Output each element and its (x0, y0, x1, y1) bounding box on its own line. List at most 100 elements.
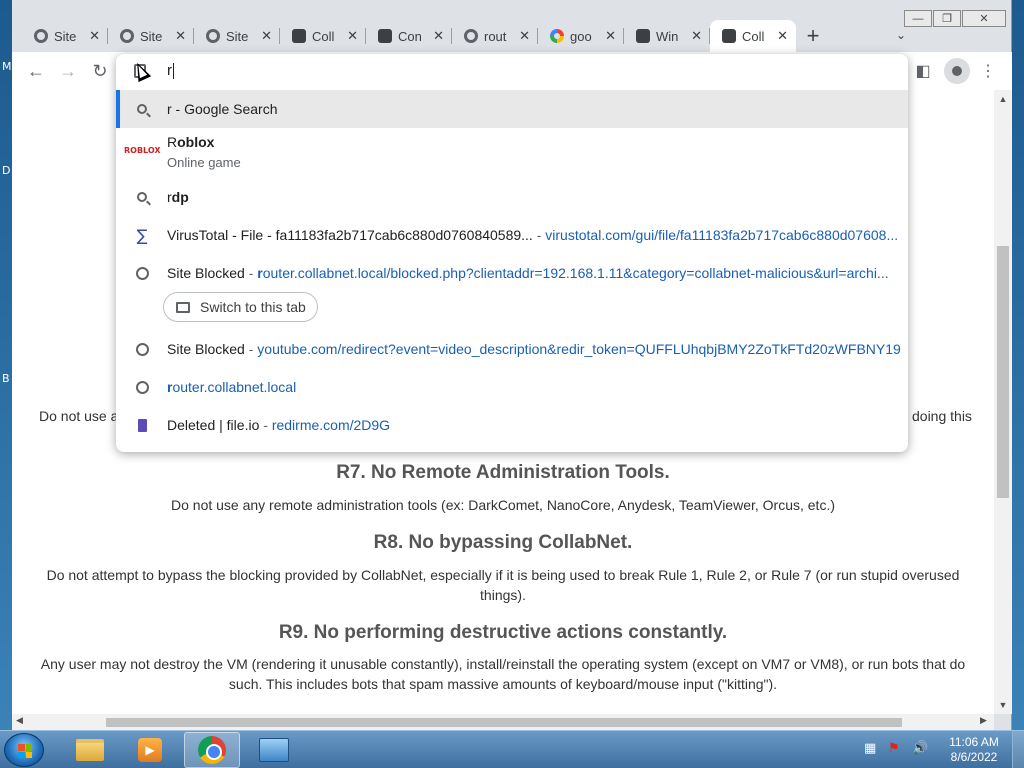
collabnet-icon (636, 29, 650, 43)
address-bar-text[interactable]: r (167, 62, 174, 80)
tab-close-icon[interactable]: ✕ (605, 28, 616, 44)
restore-button[interactable]: ❐ (933, 10, 961, 27)
suggestion-item[interactable]: Site Blocked - router.collabnet.local/bl… (116, 254, 908, 292)
tab-list: Site ✕ Site ✕ Site ✕ Coll ✕ Con ✕ rout ✕ goo ✕ … (22, 20, 830, 52)
suggestion-item[interactable]: ∑ VirusTotal - File - fa11183fa2b717cab6… (116, 216, 908, 254)
taskbar-explorer[interactable] (62, 732, 118, 768)
address-bar-input[interactable]: r (116, 54, 908, 88)
rule-text: Do not attempt to bypass the blocking pr… (46, 567, 960, 603)
tab-close-icon[interactable]: ✕ (175, 28, 186, 44)
rule-heading: R8. No bypassing CollabNet. (373, 532, 633, 553)
action-center-flag-icon[interactable]: ⚑ (888, 741, 904, 757)
tab-close-icon[interactable]: ✕ (261, 28, 272, 44)
browser-tab[interactable]: Coll ✕ (280, 20, 366, 52)
rule-heading: R7. No Remote Administration Tools. (336, 462, 670, 483)
rule-text-partial: doing this (912, 408, 972, 424)
browser-tab[interactable]: goo ✕ (538, 20, 624, 52)
globe-icon (134, 265, 150, 281)
start-button[interactable] (4, 733, 44, 767)
suggestion-item[interactable]: r - Google Search (116, 90, 908, 128)
scroll-right-icon[interactable]: ▶ (980, 715, 987, 726)
scroll-left-icon[interactable]: ◀ (16, 715, 23, 726)
suggestion-item[interactable]: rdp (116, 178, 908, 216)
browser-tab[interactable]: Site ✕ (22, 20, 108, 52)
system-tray: ▦ ⚑ 🔊 (864, 741, 928, 757)
taskbar-media-player[interactable]: ▶ (122, 732, 178, 768)
roblox-logo-icon: ROBLOX (124, 146, 161, 155)
tab-title: Win (656, 28, 679, 44)
tab-close-icon[interactable]: ✕ (433, 28, 444, 44)
horizontal-scrollbar[interactable]: ◀ ▶ (12, 714, 994, 730)
side-panel-icon[interactable]: ◧ (910, 58, 936, 84)
suggestion-text: Roblox (167, 134, 215, 150)
suggestion-item[interactable]: Deleted | file.io - redirme.com/2D9G (116, 406, 908, 444)
browser-tab[interactable]: Con ✕ (366, 20, 452, 52)
desktop-icon-label[interactable]: M (2, 60, 12, 73)
browser-tab[interactable]: Win ✕ (624, 20, 710, 52)
rule-heading: R9. No performing destructive actions co… (278, 622, 728, 643)
window-controls: — ❐ ✕ (903, 10, 1006, 27)
chrome-menu-icon[interactable]: ⋮ (975, 58, 1001, 84)
suggestion-text: router.collabnet.local (167, 379, 297, 395)
switch-to-tab-label: Switch to this tab (200, 299, 306, 315)
globe-icon (134, 379, 150, 395)
volume-icon[interactable]: 🔊 (912, 741, 928, 757)
tab-title: rout (484, 28, 507, 44)
globe-icon (464, 29, 478, 43)
forward-button[interactable]: → (57, 60, 79, 82)
network-icon[interactable]: ▦ (864, 741, 880, 757)
switch-to-tab-button[interactable]: Switch to this tab (163, 292, 318, 322)
tab-switch-icon (176, 301, 190, 313)
suggestion-item[interactable]: Site Blocked - youtube.com/redirect?even… (116, 330, 908, 368)
tab-close-icon[interactable]: ✕ (89, 28, 100, 44)
tab-close-icon[interactable]: ✕ (347, 28, 358, 44)
tab-close-icon[interactable]: ✕ (691, 28, 702, 44)
tab-title: Con (398, 28, 422, 44)
collabnet-icon (292, 29, 306, 43)
vertical-scrollbar[interactable]: ▲ ▼ (994, 90, 1012, 714)
tab-close-icon[interactable]: ✕ (777, 28, 788, 44)
suggestion-text: r - Google Search (167, 101, 278, 117)
desktop-icon-label[interactable]: D (2, 164, 10, 177)
show-desktop-button[interactable] (1012, 731, 1024, 768)
tab-title: Site (140, 28, 163, 44)
tab-strip: — ❐ ✕ Site ✕ Site ✕ Site ✕ Coll ✕ Con ✕ rout ✕… (12, 0, 1012, 52)
scrollbar-thumb[interactable] (106, 718, 902, 727)
back-button[interactable]: ← (25, 60, 47, 82)
taskbar: ▶ ▦ ⚑ 🔊 11:06 AM 8/6/2022 (0, 730, 1024, 768)
taskbar-chrome[interactable] (184, 732, 240, 768)
profile-avatar-icon[interactable] (944, 58, 970, 84)
scroll-down-icon[interactable]: ▼ (994, 700, 1012, 710)
scrollbar-thumb[interactable] (997, 246, 1009, 498)
system-clock[interactable]: 11:06 AM 8/6/2022 (944, 735, 1004, 765)
tab-search-chevron-icon[interactable]: ⌄ (896, 28, 906, 42)
tab-title: Coll (742, 28, 765, 44)
reload-button[interactable]: ↻ (89, 60, 111, 82)
google-icon (550, 29, 564, 43)
tab-title: Site (54, 28, 77, 44)
suggestion-item[interactable]: ROBLOX Roblox Online game (116, 128, 908, 172)
tab-close-icon[interactable]: ✕ (519, 28, 530, 44)
tab-title: goo (570, 28, 592, 44)
suggestion-text: Site Blocked - router.collabnet.local/bl… (167, 265, 889, 281)
collabnet-icon (378, 29, 392, 43)
browser-tab-active[interactable]: Coll ✕ (710, 20, 796, 52)
desktop-icon-label[interactable]: B (2, 372, 10, 385)
taskbar-control-panel[interactable] (246, 732, 302, 768)
new-tab-button[interactable]: + (796, 20, 830, 52)
globe-icon (206, 29, 220, 43)
scroll-up-icon[interactable]: ▲ (994, 94, 1012, 104)
media-player-icon: ▶ (138, 738, 162, 762)
browser-tab[interactable]: Site ✕ (108, 20, 194, 52)
close-window-button[interactable]: ✕ (962, 10, 1006, 27)
minimize-button[interactable]: — (904, 10, 932, 27)
globe-icon (34, 29, 48, 43)
browser-tab[interactable]: rout ✕ (452, 20, 538, 52)
rule-text: Any user may not destroy the VM (renderi… (40, 656, 966, 692)
chrome-icon (198, 736, 226, 764)
suggestion-text: VirusTotal - File - fa11183fa2b717cab6c8… (167, 227, 899, 243)
browser-tab[interactable]: Site ✕ (194, 20, 280, 52)
suggestion-text: Site Blocked - youtube.com/redirect?even… (167, 341, 902, 357)
suggestion-text: Deleted | file.io - redirme.com/2D9G (167, 417, 391, 433)
suggestion-item[interactable]: router.collabnet.local (116, 368, 908, 406)
